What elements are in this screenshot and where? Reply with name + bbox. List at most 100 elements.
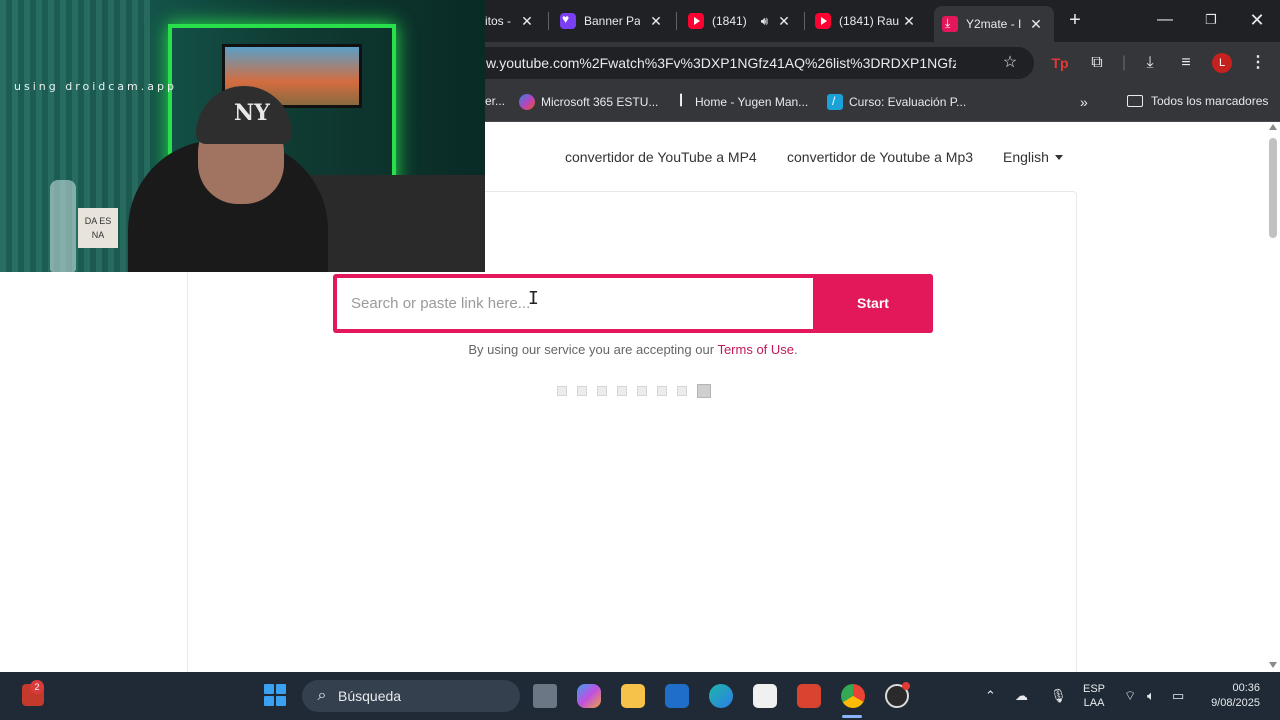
outlook-icon[interactable] — [665, 684, 689, 708]
tab-separator — [676, 12, 677, 30]
search-input[interactable] — [337, 278, 813, 329]
start-tile — [276, 696, 286, 706]
taskbar-search-label: Búsqueda — [338, 688, 402, 704]
terms-of-use-link[interactable]: Terms of Use — [717, 342, 794, 357]
scroll-up-arrow-icon[interactable] — [1269, 124, 1277, 130]
language-label: English — [1003, 149, 1049, 165]
caret-down-icon — [1054, 155, 1063, 160]
task-view-icon[interactable] — [533, 684, 557, 708]
loader-square — [697, 384, 711, 398]
bookmark-item[interactable]: er... — [485, 94, 505, 108]
webcam-watermark: using droidcam.app — [14, 80, 177, 93]
copilot-icon[interactable] — [577, 684, 601, 708]
folder-icon — [1127, 95, 1143, 107]
course-icon — [827, 94, 843, 110]
clock[interactable]: 00:36 9/08/2025 — [1200, 681, 1260, 711]
microsoft-store-icon[interactable] — [753, 684, 777, 708]
show-hidden-icons-icon[interactable]: ⌃ — [985, 688, 996, 704]
microphone-icon[interactable]: 🎙︎ — [1050, 688, 1067, 704]
youtube-icon — [815, 13, 831, 29]
restore-icon[interactable]: ❐ — [1196, 8, 1226, 32]
webcam-sign: DA ES NA — [78, 208, 118, 248]
search-form: Start — [333, 274, 933, 333]
bookmark-star-icon[interactable]: ☆ — [998, 51, 1022, 75]
tab-active[interactable]: Y2mate - I ✕ — [934, 6, 1054, 42]
close-window-icon[interactable]: ✕ — [1242, 8, 1272, 32]
loader-square — [637, 386, 647, 396]
tab-item[interactable]: (1841) 🔊︎ ✕ — [688, 6, 800, 36]
address-bar[interactable]: w.youtube.com%2Fwatch%3Fv%3DXP1NGfz41AQ%… — [450, 47, 1034, 79]
red-app-icon[interactable] — [797, 684, 821, 708]
microsoft-365-icon — [519, 94, 535, 110]
tab-close-icon[interactable]: ✕ — [1028, 16, 1044, 32]
loader-square — [557, 386, 567, 396]
tab-title: (1841) — [712, 14, 747, 28]
start-tile — [264, 696, 274, 706]
minimize-icon[interactable]: — — [1150, 8, 1180, 32]
file-explorer-icon[interactable] — [621, 684, 645, 708]
new-tab-button[interactable]: + — [1060, 8, 1090, 32]
all-bookmarks-label: Todos los marcadores — [1151, 94, 1269, 108]
tab-separator — [804, 12, 805, 30]
speaker-icon[interactable]: 🔊︎ — [761, 14, 769, 29]
tab-item[interactable]: (1841) Rau ✕ — [815, 6, 927, 36]
extensions-puzzle-icon[interactable]: ⧉ — [1085, 51, 1109, 75]
recording-dot-icon — [902, 682, 910, 690]
nav-mp4-link[interactable]: convertidor de YouTube a MP4 — [565, 149, 757, 165]
bookmark-label: er... — [485, 94, 506, 108]
tab-close-icon[interactable]: ✕ — [901, 13, 917, 29]
extension-tp-icon[interactable]: Tp — [1048, 51, 1072, 75]
tab-title: Y2mate - I — [966, 17, 1022, 31]
tab-close-icon[interactable]: ✕ — [519, 13, 535, 29]
language-layout: LAA — [1083, 697, 1105, 709]
scrollbar[interactable] — [1266, 122, 1280, 672]
start-button[interactable]: Start — [813, 274, 933, 333]
volume-icon[interactable]: 🔈︎ — [1147, 688, 1155, 704]
terms-notice: By using our service you are accepting o… — [333, 342, 933, 357]
y2mate-icon — [942, 16, 958, 32]
bookmark-item[interactable]: Microsoft 365 ESTU... — [519, 94, 658, 110]
bookmark-item[interactable]: ꟾ Home - Yugen Man... — [673, 94, 808, 110]
yugen-icon: ꟾ — [679, 94, 683, 109]
webcam-overlay: DA ES NA NY using droidcam.app — [0, 0, 485, 272]
battery-icon[interactable]: ▭ — [1172, 688, 1184, 704]
tab-title: Banner Par — [584, 14, 640, 28]
more-bookmarks-icon[interactable]: » — [1080, 94, 1088, 110]
tab-close-icon[interactable]: ✕ — [776, 13, 792, 29]
url-text[interactable]: w.youtube.com%2Fwatch%3Fv%3DXP1NGfz41AQ%… — [486, 55, 956, 71]
tab-close-icon[interactable]: ✕ — [648, 13, 664, 29]
menu-kebab-icon[interactable]: ⋮ — [1246, 51, 1270, 75]
wifi-icon[interactable]: ⌔ — [1124, 688, 1136, 704]
tab-item[interactable]: Banner Par ✕ — [560, 6, 672, 36]
download-icon[interactable]: ⤓ — [1138, 51, 1162, 75]
clock-date: 9/08/2025 — [1211, 697, 1260, 709]
all-bookmarks-folder[interactable]: Todos los marcadores — [1127, 94, 1268, 108]
language-dropdown[interactable]: English — [1003, 149, 1063, 165]
toolbar-divider: | — [1121, 54, 1127, 71]
tab-item[interactable]: itos - ✕ — [485, 6, 547, 36]
taskbar-search[interactable]: ⌕ Búsqueda — [302, 680, 520, 712]
bookmark-item[interactable]: Curso: Evaluación P... — [827, 94, 966, 110]
edge-icon[interactable] — [709, 684, 733, 708]
text-cursor-icon: I — [528, 288, 539, 309]
tab-separator — [548, 12, 549, 30]
scroll-down-arrow-icon[interactable] — [1269, 662, 1277, 668]
loader-square — [617, 386, 627, 396]
youtube-icon — [688, 13, 704, 29]
webcam-cap-logo: NY — [234, 100, 270, 126]
nav-mp3-link[interactable]: convertidor de Youtube a Mp3 — [787, 149, 973, 165]
loader-square — [677, 386, 687, 396]
onedrive-icon[interactable]: ☁ — [1015, 688, 1028, 704]
bookmark-label: Curso: Evaluación P... — [849, 95, 967, 109]
canva-heart-icon — [560, 12, 576, 29]
terms-prefix: By using our service you are accepting o… — [468, 342, 718, 357]
active-app-indicator — [842, 715, 862, 718]
profile-avatar[interactable]: L — [1212, 53, 1232, 73]
scroll-thumb[interactable] — [1269, 138, 1277, 238]
start-tile — [264, 684, 274, 694]
windows-start-icon[interactable] — [264, 684, 286, 706]
media-control-icon[interactable]: ≡ — [1174, 51, 1198, 75]
input-language[interactable]: ESP LAA — [1083, 682, 1105, 710]
chrome-icon[interactable] — [841, 684, 865, 708]
tab-title: itos - — [485, 14, 512, 28]
